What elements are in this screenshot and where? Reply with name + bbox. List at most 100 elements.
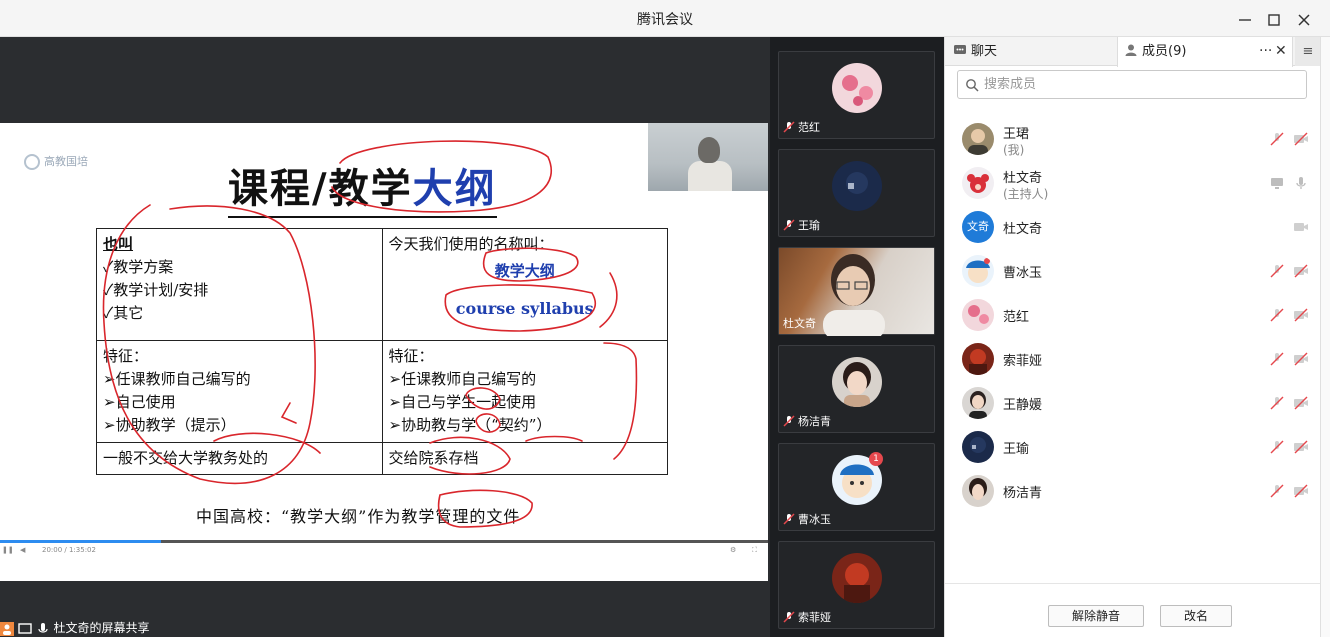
screen-share-indicator[interactable]: 杜文奇的屏幕共享 — [0, 619, 200, 637]
tab-chat-label: 聊天 — [971, 44, 998, 59]
mic-muted-icon[interactable] — [1269, 307, 1285, 323]
thumbnail-name-text: 范红 — [798, 121, 820, 134]
thumbnail-tile[interactable]: 1 曹冰玉 — [778, 443, 935, 531]
flower-avatar — [832, 63, 882, 113]
panel-menu-button[interactable]: ≡ — [1295, 37, 1321, 66]
mic-muted-icon[interactable] — [1269, 483, 1285, 499]
mic-muted-icon[interactable] — [1269, 263, 1285, 279]
member-row[interactable]: 王瑜 — [945, 425, 1321, 469]
thumbnail-tile[interactable]: 王瑜 — [778, 149, 935, 237]
fullscreen-icon[interactable]: ⛶ — [752, 546, 757, 555]
logo-text: 高教国培 — [44, 155, 88, 168]
member-name: 杜文奇 — [1003, 222, 1043, 237]
member-row[interactable]: 索菲娅 — [945, 337, 1321, 381]
slide-title-part2: 大纲 — [412, 165, 497, 212]
thumbnail-tile[interactable]: 索菲娅 — [778, 541, 935, 629]
maximize-icon — [1268, 14, 1280, 26]
close-window-button[interactable] — [1293, 9, 1315, 31]
feature-line: ➢自己使用 — [103, 393, 176, 411]
playback-controls: ❚❚ ◀ 20:00 / 1:35:02 ⚙ ⛶ — [0, 546, 768, 556]
member-name: 王珺 — [1003, 127, 1030, 142]
cam-off-icon[interactable] — [1293, 483, 1309, 499]
tab-chat[interactable]: 聊天 — [949, 37, 1117, 66]
thumbnail-name: 杨洁青 — [783, 413, 831, 429]
mic-icon — [38, 622, 48, 633]
shared-screen-area[interactable]: 高教国培 课程/教学大纲 也叫 ✓教学方案 ✓教学计划/安排 ✓其它 今天我们使… — [0, 37, 770, 637]
mic-muted-icon[interactable] — [1269, 439, 1285, 455]
member-row[interactable]: 范红 — [945, 293, 1321, 337]
playback-time: 20:00 / 1:35:02 — [42, 546, 96, 554]
thumbnail-name: 索菲娅 — [783, 609, 831, 625]
member-search[interactable] — [957, 70, 1307, 99]
member-name: 杨洁青 — [1003, 486, 1043, 501]
close-panel-button[interactable]: ✕ — [1275, 37, 1287, 66]
mic-muted-icon[interactable] — [1269, 351, 1285, 367]
mic-muted-icon[interactable] — [1269, 395, 1285, 411]
member-row[interactable]: 文奇 杜文奇 — [945, 205, 1321, 249]
slide-logo: 高教国培 — [24, 153, 96, 173]
member-name: 索菲娅 — [1003, 354, 1043, 369]
mic-muted-icon — [783, 219, 795, 231]
member-row[interactable]: 王珺 (我) — [945, 117, 1321, 161]
member-name: 曹冰玉 — [1003, 266, 1043, 281]
red-avatar — [962, 343, 994, 375]
settings-icon[interactable]: ⚙ — [730, 546, 736, 554]
cam-off-icon[interactable] — [1293, 263, 1309, 279]
feature-line: ➢协助教与学（“契约”） — [388, 416, 552, 434]
mic-muted-icon[interactable] — [1269, 131, 1285, 147]
term-english: course syllabus — [455, 299, 594, 318]
pause-icon[interactable]: ❚❚ — [2, 546, 14, 554]
slide-title-part1: 课程/教学 — [228, 165, 413, 212]
thumbnail-name-text: 曹冰玉 — [798, 513, 831, 526]
close-icon — [1298, 14, 1310, 26]
thumbnail-name-text: 杨洁青 — [798, 415, 831, 428]
slide-title: 课程/教学大纲 — [228, 156, 497, 218]
text-avatar: 文奇 — [962, 211, 994, 243]
progress-fill — [0, 540, 162, 543]
video-thumbnails: 范红 王瑜 杜文奇 杨洁青 1 曹冰玉 索菲娅 — [770, 37, 944, 637]
title-bar: 腾讯会议 — [0, 0, 1330, 37]
screen-share-icon[interactable] — [1269, 175, 1285, 191]
maximize-button[interactable] — [1263, 9, 1285, 31]
cam-off-icon[interactable] — [1293, 307, 1309, 323]
camera-icon[interactable] — [1293, 219, 1309, 235]
cam-off-icon[interactable] — [1293, 131, 1309, 147]
mic-icon[interactable] — [1293, 175, 1309, 191]
search-input[interactable] — [984, 74, 1294, 95]
red-avatar — [832, 553, 882, 603]
cam-off-icon[interactable] — [1293, 351, 1309, 367]
playback-progress[interactable]: ❚❚ ◀ 20:00 / 1:35:02 ⚙ ⛶ — [0, 540, 768, 558]
cam-off-icon[interactable] — [1293, 395, 1309, 411]
more-options-button[interactable]: ··· — [1259, 37, 1272, 66]
panel-footer: 解除静音 改名 — [945, 583, 1321, 637]
slide-table: 也叫 ✓教学方案 ✓教学计划/安排 ✓其它 今天我们使用的名称叫： 教学大纲 c… — [96, 228, 668, 475]
member-row[interactable]: 杜文奇 (主持人) — [945, 161, 1321, 205]
thumbnail-tile[interactable]: 范红 — [778, 51, 935, 139]
rename-button[interactable]: 改名 — [1160, 605, 1232, 627]
minimize-button[interactable] — [1234, 9, 1256, 31]
cell-text: 交给院系存档 — [388, 449, 479, 467]
mic-muted-icon — [783, 611, 795, 623]
cell-text: 一般不交给大学教务处的 — [103, 449, 269, 467]
member-row[interactable]: 曹冰玉 — [945, 249, 1321, 293]
navy-avatar — [832, 161, 882, 211]
feature-line: ➢任课教师自己编写的 — [103, 370, 251, 388]
thumbnail-name-text: 杜文奇 — [783, 317, 816, 330]
volume-icon[interactable]: ◀ — [20, 546, 25, 554]
thumbnail-name-text: 索菲娅 — [798, 611, 831, 624]
bear-avatar — [962, 167, 994, 199]
member-row[interactable]: 杨洁青 — [945, 469, 1321, 513]
thumbnail-tile[interactable]: 杨洁青 — [778, 345, 935, 433]
cell-features-right: 特征： ➢任课教师自己编写的 ➢自己与学生一起使用 ➢协助教与学（“契约”） — [381, 340, 668, 443]
member-row[interactable]: 王静媛 — [945, 381, 1321, 425]
cam-off-icon[interactable] — [1293, 439, 1309, 455]
feature-line: ➢协助教学（提示） — [103, 416, 236, 434]
unmute-button[interactable]: 解除静音 — [1048, 605, 1144, 627]
presenter-head — [698, 137, 720, 163]
window-title: 腾讯会议 — [637, 12, 693, 28]
thumbnail-tile-video[interactable]: 杜文奇 — [778, 247, 935, 340]
thumbnail-name-text: 王瑜 — [798, 219, 820, 232]
navy-avatar — [962, 431, 994, 463]
member-name: 杜文奇 — [1003, 171, 1043, 186]
member-name: 范红 — [1003, 310, 1030, 325]
